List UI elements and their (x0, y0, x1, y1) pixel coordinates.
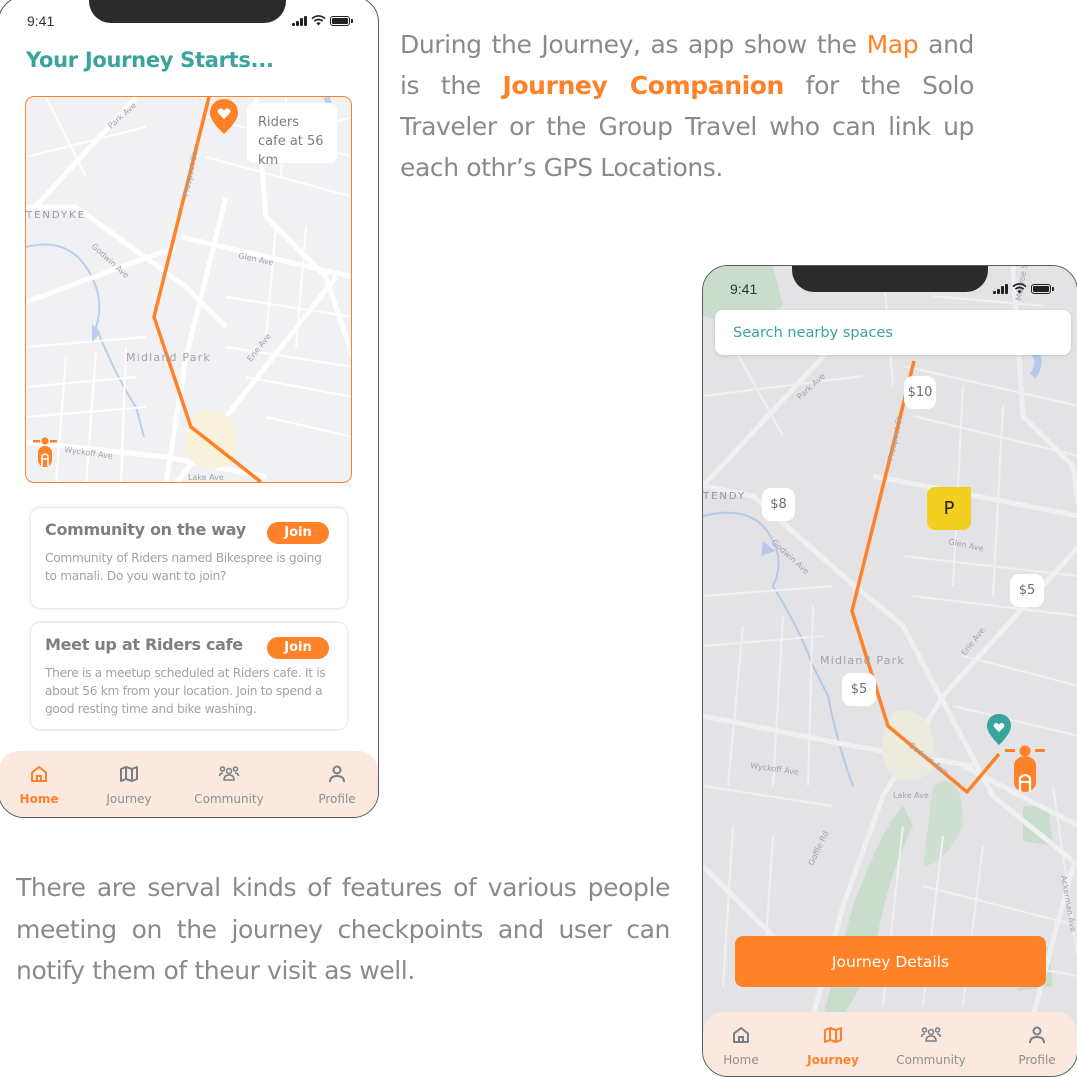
map-icon (120, 766, 138, 782)
status-icons (292, 15, 353, 26)
tab-journey[interactable]: Journey (99, 751, 159, 817)
journey-details-button[interactable]: Journey Details (735, 936, 1046, 987)
svg-text:Park Ave: Park Ave (106, 101, 138, 131)
tab-community[interactable]: Community (189, 751, 269, 817)
status-time: 9:41 (730, 281, 758, 297)
caption-features: There are serval kinds of features of va… (16, 873, 670, 985)
tab-profile[interactable]: Profile (307, 751, 367, 817)
signal-icon (292, 15, 307, 26)
status-icons (993, 283, 1054, 294)
map-canvas: Park Ave Prospect St Godwin Ave Glen Ave… (703, 266, 1077, 1016)
card-description: Community of Riders named Bikespree is g… (45, 551, 322, 583)
page-title: Your Journey Starts... (26, 48, 274, 72)
community-card: Community on the way Join Community of R… (31, 508, 347, 608)
home-screen-phone: 9:41 Your Journey Starts... Park Ave Pro… (0, 0, 379, 818)
parking-price-tag[interactable]: $5 (842, 673, 876, 706)
bottom-tab-bar: Home Journey Community Profile (0, 751, 378, 817)
signal-icon (993, 283, 1008, 294)
join-meetup-button[interactable]: Join (267, 637, 329, 659)
tab-journey[interactable]: Journey (803, 1012, 863, 1076)
search-nearby-input[interactable] (715, 310, 1071, 355)
tab-label: Home (19, 792, 59, 806)
parking-marker[interactable]: P (927, 487, 971, 530)
tab-label: Community (194, 792, 264, 806)
svg-text:Erie Ave: Erie Ave (245, 332, 272, 363)
wifi-icon (310, 15, 326, 26)
caption-text: During the Journey, as app show the (400, 30, 867, 59)
route-map[interactable]: Park Ave Prospect St Godwin Ave Glen Ave… (25, 96, 352, 483)
battery-icon (329, 15, 353, 26)
status-time: 9:41 (27, 13, 55, 29)
destination-info-bubble: Riders cafe at 56 km (247, 103, 337, 168)
svg-text:Prospect St: Prospect St (181, 151, 199, 197)
svg-text:Midland Park: Midland Park (820, 654, 905, 667)
tab-community[interactable]: Community (891, 1012, 971, 1076)
parking-price-tag[interactable]: $8 (762, 488, 795, 521)
journey-map[interactable]: Park Ave Prospect St Godwin Ave Glen Ave… (703, 266, 1077, 1016)
profile-icon (1029, 1026, 1045, 1044)
phone-notch (792, 266, 988, 292)
battery-icon (1030, 283, 1054, 294)
tab-label: Journey (106, 792, 152, 806)
tab-label: Profile (1018, 1053, 1056, 1067)
svg-text:Midland Park: Midland Park (126, 351, 211, 364)
meetup-card: Meet up at Riders cafe Join There is a m… (31, 623, 347, 729)
caption-highlight-map: Map (866, 30, 919, 59)
map-icon (824, 1027, 842, 1043)
rider-location-icon (33, 437, 57, 467)
wifi-icon (1011, 283, 1027, 294)
svg-text:TENDY: TENDY (703, 491, 746, 502)
journey-screen-phone: Park Ave Prospect St Godwin Ave Glen Ave… (702, 265, 1077, 1077)
tab-home[interactable]: Home (9, 751, 69, 817)
home-icon (31, 766, 47, 782)
profile-icon (329, 765, 345, 783)
tab-label: Home (723, 1053, 759, 1067)
destination-pin-icon[interactable] (210, 99, 238, 134)
bottom-tab-bar: Home Journey Community Profile (703, 1012, 1077, 1076)
join-community-button[interactable]: Join (267, 522, 329, 544)
svg-text:Lake Ave: Lake Ave (893, 791, 929, 800)
tab-profile[interactable]: Profile (1007, 1012, 1067, 1076)
caption-highlight-companion: Journey Companion (502, 71, 785, 100)
home-icon (733, 1027, 749, 1043)
phone-notch (89, 0, 286, 23)
tab-label: Community (896, 1053, 966, 1067)
tab-label: Journey (807, 1053, 859, 1067)
caption-journey-map: During the Journey, as app show the Map … (400, 24, 974, 188)
community-icon (920, 1027, 942, 1042)
parking-price-tag[interactable]: $5 (1010, 574, 1044, 607)
svg-text:Lake Ave: Lake Ave (188, 473, 224, 482)
svg-text:TENDYKE: TENDYKE (26, 210, 86, 221)
tab-label: Profile (318, 792, 356, 806)
tab-home[interactable]: Home (711, 1012, 771, 1076)
card-description: There is a meetup scheduled at Riders ca… (45, 666, 326, 716)
community-icon (218, 766, 240, 781)
parking-price-tag[interactable]: $10 (904, 376, 936, 409)
